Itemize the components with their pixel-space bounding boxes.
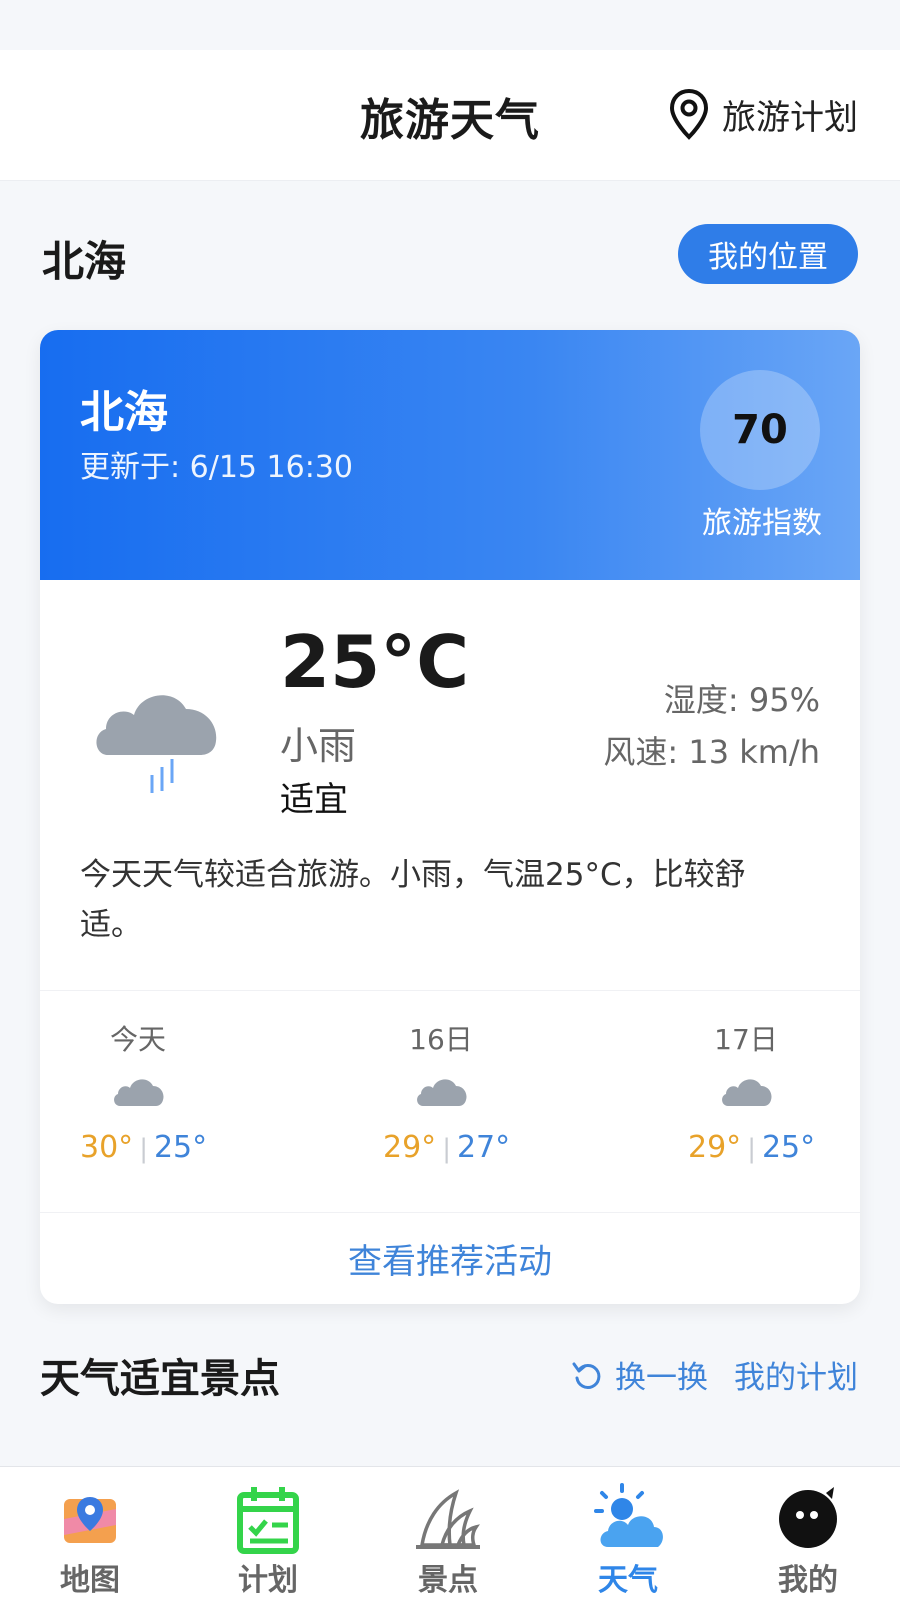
travel-index-label: 旅游指数 [702, 506, 822, 541]
cloud-icon [114, 1079, 164, 1106]
city-row: 北海 我的位置 [42, 224, 858, 286]
calendar-icon [237, 1487, 299, 1554]
tab-map[interactable]: 地图 [0, 1467, 180, 1600]
forecast-high: 29° [383, 1130, 437, 1165]
opera-house-icon [416, 1489, 480, 1549]
top-bar: 旅游天气 旅游计划 [0, 50, 900, 181]
wind-speed: 风速: 13 km/h [603, 733, 820, 771]
forecast-temps: 29° | 27° [383, 1130, 510, 1165]
weather-icon [594, 1483, 663, 1547]
forecast-low: 27° [456, 1130, 511, 1165]
travel-suitability: 适宜 [280, 780, 348, 820]
forecast-temps: 29° | 25° [688, 1130, 815, 1165]
forecast-day-label: 17日 [714, 1023, 778, 1056]
tab-label: 天气 [598, 1563, 658, 1598]
tab-label: 地图 [60, 1563, 120, 1598]
tab-label: 我的 [778, 1563, 838, 1598]
current-city: 北海 [42, 237, 127, 286]
forecast-temps: 30° | 25° [80, 1130, 207, 1165]
travel-plan-label: 旅游计划 [722, 97, 858, 138]
recommended-activities-link[interactable]: 查看推荐活动 [40, 1212, 860, 1304]
weather-condition: 小雨 [280, 724, 357, 768]
tab-weather[interactable]: 天气 [538, 1467, 718, 1600]
tab-label: 景点 [418, 1563, 478, 1598]
forecast-row: 今天 30° | 25° 16日 29° | 27° 17日 29° | 25° [40, 990, 860, 1210]
refresh-label: 换一换 [615, 1360, 708, 1396]
forecast-day: 16日 29° | 27° [383, 990, 583, 1210]
card-city: 北海 [80, 387, 168, 438]
humidity: 湿度: 95% [663, 681, 820, 719]
forecast-day: 今天 30° | 25° [80, 990, 280, 1210]
light-rain-icon [96, 695, 217, 793]
weather-description: 今天天气较适合旅游。小雨，气温25°C，比较舒适。 [80, 857, 746, 943]
update-time: 更新于: 6/15 16:30 [80, 450, 354, 485]
cloud-icon [722, 1079, 772, 1106]
forecast-day: 17日 29° | 25° [688, 990, 860, 1210]
forecast-day-label: 今天 [109, 1023, 166, 1056]
forecast-high: 29° [688, 1130, 742, 1165]
weather-card-header: 北海 更新于: 6/15 16:30 70 旅游指数 [40, 330, 860, 580]
status-bar [0, 0, 900, 50]
refresh-button[interactable]: 换一换 [571, 1352, 708, 1397]
travel-index-value: 70 [700, 370, 820, 490]
tab-attractions[interactable]: 景点 [358, 1467, 538, 1600]
map-icon [64, 1497, 116, 1543]
weather-card: 北海 更新于: 6/15 16:30 70 旅游指数 25°C 小雨 适宜 湿度… [40, 330, 860, 1304]
cloud-icon [417, 1079, 467, 1106]
forecast-low: 25° [153, 1130, 208, 1165]
bottom-tab-bar: 地图 计划 景点 天气 我的 [0, 1466, 900, 1600]
my-location-button[interactable]: 我的位置 [678, 224, 858, 284]
forecast-low: 25° [761, 1130, 816, 1165]
tab-profile[interactable]: 我的 [718, 1467, 898, 1600]
profile-icon [779, 1487, 837, 1548]
temp-separator: | [747, 1134, 756, 1164]
refresh-icon [572, 1362, 601, 1389]
my-plan-link[interactable]: 我的计划 [734, 1352, 858, 1397]
location-pin-icon [669, 88, 709, 140]
temp-separator: | [442, 1134, 451, 1164]
section-title: 天气适宜景点 [40, 1356, 280, 1402]
forecast-day-label: 16日 [409, 1023, 473, 1056]
forecast-high: 30° [80, 1130, 134, 1165]
current-temperature: 25°C [280, 620, 470, 704]
tab-plan[interactable]: 计划 [178, 1467, 358, 1600]
recommend-section-header: 天气适宜景点 换一换 我的计划 [40, 1346, 858, 1406]
temp-separator: | [139, 1134, 148, 1164]
travel-plan-button[interactable]: 旅游计划 [668, 88, 858, 140]
tab-label: 计划 [238, 1563, 298, 1598]
